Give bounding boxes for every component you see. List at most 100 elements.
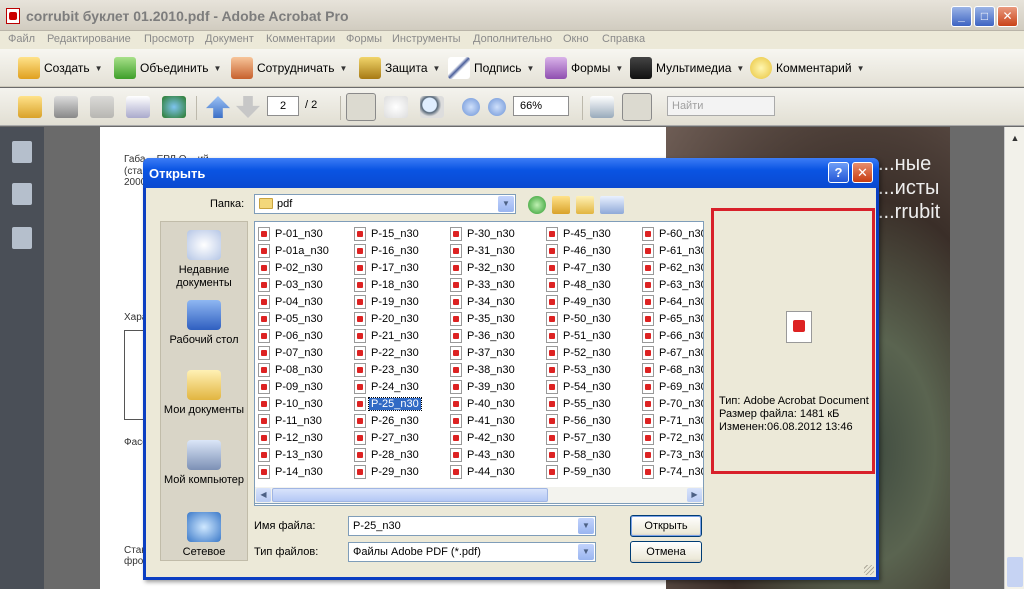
comment-button[interactable]: Комментарий ▼ [750,57,865,79]
place-desktop[interactable]: Рабочий стол [161,300,247,347]
arrow-down-icon[interactable] [236,96,260,118]
file-item[interactable]: P-63_n30 [642,276,703,293]
fit-page-icon[interactable] [622,93,652,121]
menu-advanced[interactable]: Дополнительно [473,33,552,45]
pages-icon[interactable] [12,141,32,163]
file-item[interactable]: P-42_n30 [450,429,517,446]
globe-icon[interactable] [162,96,186,118]
file-item[interactable]: P-22_n30 [354,344,421,361]
open-button[interactable]: Открыть [630,515,702,537]
hand-icon[interactable] [384,96,408,118]
save-icon[interactable] [90,96,114,118]
file-item[interactable]: P-55_n30 [546,395,613,412]
file-item[interactable]: P-02_n30 [258,259,331,276]
file-item[interactable]: P-23_n30 [354,361,421,378]
place-network[interactable]: Сетевое [161,512,247,559]
file-item[interactable]: P-01_n30 [258,225,331,242]
file-item[interactable]: P-32_n30 [450,259,517,276]
place-my-computer[interactable]: Мой компьютер [161,440,247,487]
combine-button[interactable]: Объединить ▼ [114,57,221,79]
menu-tools[interactable]: Инструменты [392,33,461,45]
page-number-input[interactable]: 2 [267,96,299,116]
zoom-marquee-icon[interactable] [420,96,444,118]
file-item[interactable]: P-71_n30 [642,412,703,429]
dialog-close-button[interactable]: ✕ [852,162,873,183]
scroll-thumb[interactable] [272,488,548,502]
select-cursor-icon[interactable] [346,93,376,121]
multimedia-button[interactable]: Мультимедиа ▼ [630,57,744,79]
file-item[interactable]: P-15_n30 [354,225,421,242]
file-item[interactable]: P-34_n30 [450,293,517,310]
file-item[interactable]: P-21_n30 [354,327,421,344]
close-button[interactable]: ✕ [997,6,1018,27]
file-item[interactable]: P-09_n30 [258,378,331,395]
forms-button[interactable]: Формы ▼ [545,57,623,79]
file-item[interactable]: P-11_n30 [258,412,331,429]
zoom-in-icon[interactable] [488,98,506,116]
find-input[interactable]: Найти [667,96,775,116]
collaborate-button[interactable]: Сотрудничать ▼ [231,57,347,79]
file-item[interactable]: P-03_n30 [258,276,331,293]
file-item[interactable]: P-45_n30 [546,225,613,242]
maximize-button[interactable]: □ [974,6,995,27]
minimize-button[interactable]: _ [951,6,972,27]
file-list-scrollbar[interactable]: ◀ ▶ [254,487,704,504]
menu-window[interactable]: Окно [563,33,589,45]
file-item[interactable]: P-24_n30 [354,378,421,395]
file-item[interactable]: P-65_n30 [642,310,703,327]
file-item[interactable]: P-46_n30 [546,242,613,259]
file-item[interactable]: P-14_n30 [258,463,331,480]
place-my-documents[interactable]: Мои документы [161,370,247,417]
file-item[interactable]: P-66_n30 [642,327,703,344]
file-item[interactable]: P-44_n30 [450,463,517,480]
file-item[interactable]: P-56_n30 [546,412,613,429]
file-item[interactable]: P-05_n30 [258,310,331,327]
file-item[interactable]: P-10_n30 [258,395,331,412]
file-item[interactable]: P-60_n30 [642,225,703,242]
file-item[interactable]: P-62_n30 [642,259,703,276]
zoom-input[interactable]: 66% [513,96,569,116]
file-item[interactable]: P-54_n30 [546,378,613,395]
file-item[interactable]: P-72_n30 [642,429,703,446]
file-item[interactable]: P-07_n30 [258,344,331,361]
menu-forms[interactable]: Формы [346,33,382,45]
file-item[interactable]: P-73_n30 [642,446,703,463]
file-item[interactable]: P-17_n30 [354,259,421,276]
file-item[interactable]: P-27_n30 [354,429,421,446]
file-item[interactable]: P-30_n30 [450,225,517,242]
file-item[interactable]: P-29_n30 [354,463,421,480]
place-recent[interactable]: Недавние документы [161,230,247,290]
file-item[interactable]: P-18_n30 [354,276,421,293]
file-item[interactable]: P-26_n30 [354,412,421,429]
menu-file[interactable]: Файл [8,33,35,45]
file-item[interactable]: P-57_n30 [546,429,613,446]
file-item[interactable]: P-70_n30 [642,395,703,412]
vertical-scrollbar[interactable]: ▲ [1004,127,1024,589]
file-item[interactable]: P-38_n30 [450,361,517,378]
filename-input[interactable]: P-25_n30 ▼ [348,516,596,536]
file-item[interactable]: P-53_n30 [546,361,613,378]
file-item[interactable]: P-19_n30 [354,293,421,310]
cancel-button[interactable]: Отмена [630,541,702,563]
file-item[interactable]: P-61_n30 [642,242,703,259]
file-item[interactable]: P-01a_n30 [258,242,331,259]
help-button[interactable]: ? [828,162,849,183]
file-item[interactable]: P-20_n30 [354,310,421,327]
scroll-left-icon[interactable]: ◀ [256,488,271,502]
scroll-right-icon[interactable]: ▶ [687,488,702,502]
arrow-up-icon[interactable] [206,96,230,118]
fit-width-icon[interactable] [590,96,614,118]
file-item[interactable]: P-28_n30 [354,446,421,463]
file-item[interactable]: P-64_n30 [642,293,703,310]
file-item[interactable]: P-37_n30 [450,344,517,361]
file-item[interactable]: P-06_n30 [258,327,331,344]
folder-select[interactable]: pdf ▼ [254,194,516,214]
print-icon[interactable] [54,96,78,118]
file-item[interactable]: P-13_n30 [258,446,331,463]
file-item[interactable]: P-16_n30 [354,242,421,259]
file-item[interactable]: P-69_n30 [642,378,703,395]
file-item[interactable]: P-41_n30 [450,412,517,429]
signatures-icon[interactable] [12,227,32,249]
file-item[interactable]: P-74_n30 [642,463,703,480]
sign-button[interactable]: Подпись ▼ [448,57,534,79]
